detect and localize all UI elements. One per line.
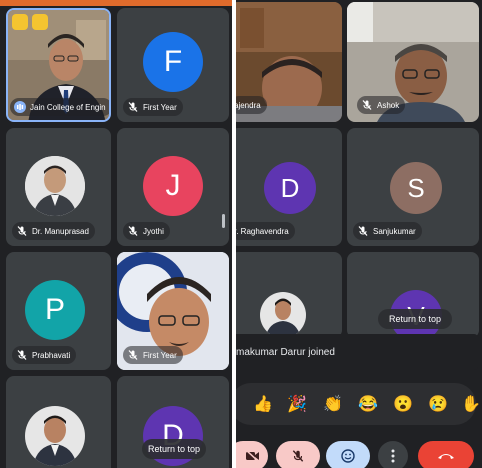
mic-off-icon (17, 226, 27, 236)
participant-name-tag: Sanjukumar (353, 222, 422, 240)
participant-tile-dr-manuprasad[interactable]: Dr. Manuprasad (6, 128, 111, 246)
participant-avatar: D (264, 162, 316, 214)
mic-off-icon (128, 350, 138, 360)
more-vert-icon (391, 449, 395, 463)
participant-name-tag: r. Raghavendra (236, 222, 295, 240)
participant-tile-raghavendra[interactable]: D r. Raghavendra (236, 128, 342, 246)
participant-name-tag: Dr. Manuprasad (12, 222, 95, 240)
window-accent-bar (0, 0, 232, 6)
participant-name: Dr. Manuprasad (32, 226, 89, 236)
participant-tile-ajendra[interactable]: ajendra (236, 2, 342, 122)
participant-name-tag: Prabhavati (12, 346, 77, 364)
more-options-button[interactable] (378, 441, 408, 468)
clapping-reaction[interactable]: 👏 (322, 393, 344, 415)
participant-avatar: P (25, 280, 85, 340)
reactions-button[interactable] (326, 441, 370, 468)
mic-off-button[interactable] (276, 441, 320, 468)
scroll-indicator[interactable] (222, 214, 225, 228)
participant-name: First Year (143, 350, 177, 360)
participant-name-tag: Jain College of Engin (10, 98, 109, 116)
mic-off-icon (128, 102, 138, 112)
join-notification: makumar Darur joined (236, 334, 478, 370)
speaking-icon (14, 101, 26, 113)
pin-badge (32, 14, 48, 30)
join-notification-text: makumar Darur joined (236, 346, 335, 358)
camera-off-icon (246, 450, 260, 462)
surprised-reaction[interactable]: 😮 (392, 393, 414, 415)
participant-tile-photo[interactable] (6, 376, 111, 468)
participant-name: ajendra (236, 100, 261, 110)
mic-off-icon (358, 226, 368, 236)
right-meeting-grid: ajendra Ashok D r. Raghavendra S Sanjuku… (236, 0, 482, 468)
participant-avatar: J (143, 156, 203, 216)
participant-photo (25, 406, 85, 466)
left-meeting-grid: Jain College of Engin F First Year Dr. M… (0, 0, 232, 468)
participant-name: Jain College of Engin (30, 102, 106, 112)
raised-hand-reaction[interactable]: ✋ (460, 393, 482, 415)
participant-tile-sanjukumar[interactable]: S Sanjukumar (347, 128, 479, 246)
participant-name-tag: First Year (123, 346, 183, 364)
participant-name: Ashok (377, 100, 400, 110)
participant-tile-ashok[interactable]: Ashok (347, 2, 479, 122)
participant-tile-jyothi[interactable]: J Jyothi (117, 128, 229, 246)
laughing-reaction[interactable]: 😂 (357, 393, 379, 415)
emoji-icon (341, 449, 355, 463)
participant-name: Sanjukumar (373, 226, 416, 236)
participant-name-tag: Ashok (357, 96, 406, 114)
end-call-icon (438, 454, 454, 459)
participant-photo (260, 292, 306, 338)
participant-tile-first-year-video[interactable]: First Year (117, 252, 229, 370)
participant-avatar: F (143, 32, 203, 92)
participant-name-tag: Jyothi (123, 222, 170, 240)
thumbs-up-reaction[interactable]: 👍 (252, 393, 274, 415)
participant-name: Jyothi (143, 226, 164, 236)
return-to-top-button[interactable]: Return to top (378, 309, 452, 329)
return-to-top-button[interactable]: Return to top (142, 439, 206, 459)
presenting-badge (12, 14, 28, 30)
mic-off-icon (292, 450, 304, 462)
camera-off-button[interactable] (236, 441, 268, 468)
party-popper-reaction[interactable]: 🎉 (286, 393, 308, 415)
participant-tile-photo[interactable] (236, 252, 342, 338)
participant-avatar: S (390, 162, 442, 214)
participant-tile-prabhavati[interactable]: P Prabhavati (6, 252, 111, 370)
participant-name-tag: First Year (123, 98, 183, 116)
participant-name: First Year (143, 102, 177, 112)
participant-photo (25, 156, 85, 216)
mic-off-icon (128, 226, 138, 236)
crying-reaction[interactable]: 😢 (427, 393, 449, 415)
mic-off-icon (17, 350, 27, 360)
mic-off-icon (362, 100, 372, 110)
participant-tile-video[interactable]: Jain College of Engin (6, 8, 111, 122)
leave-call-button[interactable] (418, 441, 474, 468)
participant-name-tag: ajendra (236, 96, 267, 114)
participant-name: Prabhavati (32, 350, 71, 360)
participant-tile-first-year[interactable]: F First Year (117, 8, 229, 122)
participant-name: r. Raghavendra (236, 226, 289, 236)
